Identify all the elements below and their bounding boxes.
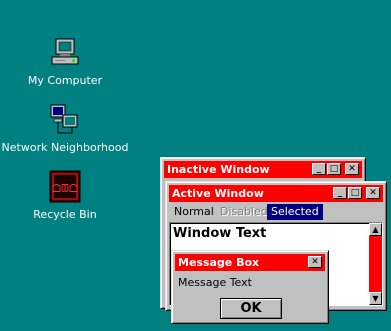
- network-icon: [48, 103, 82, 137]
- scroll-up-button[interactable]: ▲: [369, 223, 382, 236]
- message-box-titlebar[interactable]: Message Box ✕: [175, 254, 325, 271]
- minimize-button[interactable]: _: [333, 187, 347, 199]
- desktop-icon-label: Network Neighborhood: [1, 141, 129, 154]
- minimize-button[interactable]: _: [312, 163, 326, 175]
- inactive-window-title: Inactive Window: [167, 163, 270, 176]
- message-box-title: Message Box: [178, 256, 260, 269]
- desktop-icon-label: My Computer: [27, 74, 103, 87]
- vertical-scrollbar[interactable]: ▲ ▼: [369, 223, 382, 305]
- close-button[interactable]: ✕: [345, 163, 359, 175]
- window-text: Window Text: [173, 226, 267, 241]
- desktop-icon-label: Recycle Bin: [33, 208, 97, 221]
- close-button[interactable]: ✕: [308, 256, 322, 268]
- desktop-icon-network-neighborhood[interactable]: Network Neighborhood: [0, 103, 135, 154]
- recycle-bin-icon: ᗝᗵᗝ: [48, 170, 82, 204]
- close-button[interactable]: ✕: [366, 187, 380, 199]
- inactive-window-titlebar[interactable]: Inactive Window _ □ ✕: [164, 161, 362, 178]
- menu-bar: Normal Disabled Selected: [169, 204, 383, 221]
- active-window-titlebar[interactable]: Active Window _ □ ✕: [169, 185, 383, 202]
- computer-icon: [48, 36, 82, 70]
- scroll-down-button[interactable]: ▼: [369, 292, 382, 305]
- active-window-title: Active Window: [172, 187, 264, 200]
- menu-item-disabled: Disabled: [220, 205, 268, 218]
- message-text: Message Text: [178, 276, 252, 289]
- desktop-icon-recycle-bin[interactable]: ᗝᗵᗝ Recycle Bin: [0, 170, 135, 221]
- maximize-button[interactable]: □: [348, 187, 362, 199]
- message-box[interactable]: Message Box ✕ Message Text OK: [171, 250, 329, 324]
- maximize-button[interactable]: □: [327, 163, 341, 175]
- svg-text:ᗝᗵᗝ: ᗝᗵᗝ: [52, 182, 78, 195]
- ok-button[interactable]: OK: [220, 298, 282, 319]
- desktop-icon-my-computer[interactable]: My Computer: [0, 36, 135, 87]
- menu-item-selected[interactable]: Selected: [267, 204, 323, 220]
- menu-item-normal[interactable]: Normal: [170, 204, 218, 220]
